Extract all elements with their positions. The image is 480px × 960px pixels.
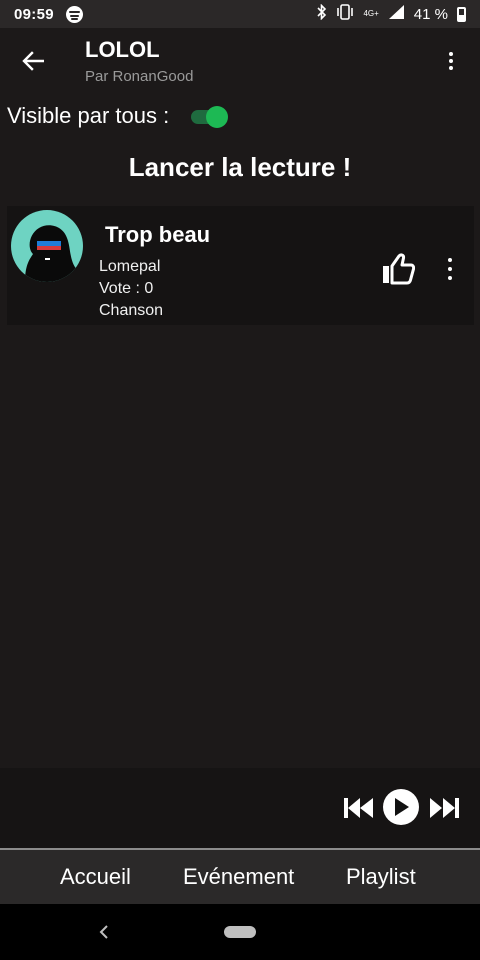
- system-nav-bar: [0, 904, 480, 960]
- play-icon: [395, 798, 409, 816]
- next-icon: [430, 798, 459, 818]
- visibility-toggle[interactable]: [191, 104, 229, 128]
- status-icons: 4G+ 41 %: [317, 3, 466, 24]
- system-home-button[interactable]: [224, 926, 256, 938]
- nav-item-evenement[interactable]: Evénement: [183, 864, 294, 890]
- visibility-row: Visible par tous :: [7, 100, 229, 132]
- album-cover: [11, 210, 83, 282]
- spotify-icon: [65, 5, 83, 23]
- more-vert-icon: [449, 52, 453, 56]
- track-title: Trop beau: [105, 222, 211, 247]
- nav-item-accueil[interactable]: Accueil: [60, 864, 131, 890]
- track-type: Chanson: [99, 302, 164, 319]
- previous-icon: [344, 798, 373, 818]
- back-button[interactable]: [14, 42, 52, 80]
- track-menu-button[interactable]: [441, 256, 459, 282]
- player-bar: [0, 768, 480, 848]
- bottom-nav: Accueil Evénement Playlist: [0, 848, 480, 904]
- status-bar: 09:59 4G+ 41 %: [0, 0, 480, 28]
- status-time: 09:59: [14, 5, 54, 23]
- next-button[interactable]: [428, 796, 460, 820]
- system-back-button[interactable]: [96, 922, 112, 942]
- app-bar: LOLOL Par RonanGood: [0, 28, 480, 92]
- like-button[interactable]: [379, 250, 417, 288]
- battery-icon: [457, 6, 466, 22]
- play-button[interactable]: [383, 789, 419, 825]
- signal-icon: [388, 4, 405, 24]
- overflow-menu-button[interactable]: [440, 48, 462, 74]
- thumb-up-icon: [383, 253, 415, 285]
- previous-button[interactable]: [343, 796, 375, 820]
- visibility-label: Visible par tous :: [7, 103, 170, 128]
- more-vert-icon: [448, 258, 452, 262]
- chevron-left-icon: [99, 925, 108, 939]
- arrow-back-icon: [22, 51, 44, 71]
- page-title: LOLOL: [85, 37, 160, 62]
- track-votes: Vote : 0: [99, 280, 154, 297]
- launch-playback-title[interactable]: Lancer la lecture !: [0, 152, 480, 183]
- network-type: 4G+: [363, 9, 379, 18]
- track-card[interactable]: Trop beau Lomepal Vote : 0 Chanson: [7, 206, 474, 325]
- nav-item-playlist[interactable]: Playlist: [346, 864, 416, 890]
- battery-percent: 41 %: [413, 5, 448, 23]
- track-artist: Lomepal: [99, 258, 161, 275]
- bluetooth-icon: [317, 3, 327, 24]
- vibrate-icon: [336, 4, 354, 24]
- page-subtitle: Par RonanGood: [85, 68, 194, 85]
